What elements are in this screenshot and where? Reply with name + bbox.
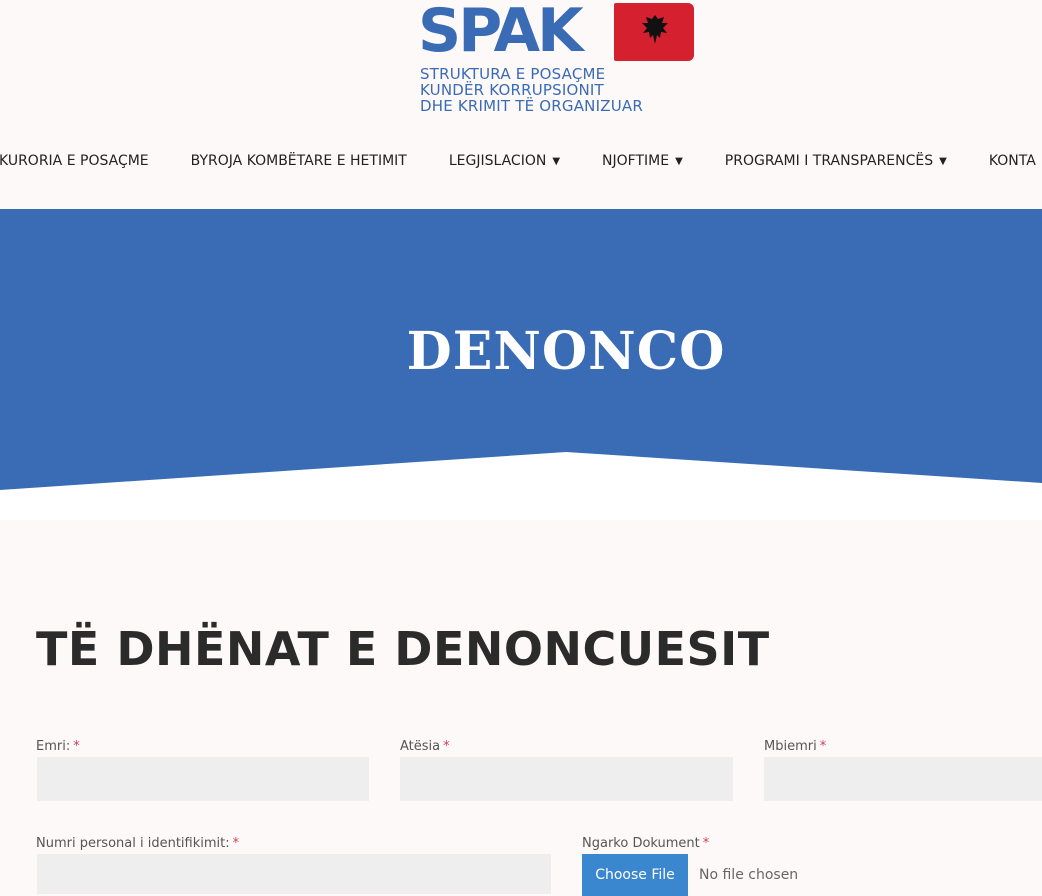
required-marker: * bbox=[702, 836, 710, 851]
nav-item-label: LEGJISLACION bbox=[448, 153, 547, 169]
choose-file-button[interactable]: Choose File bbox=[582, 854, 688, 896]
main-nav: OKURORIA E POSAÇME BYROJA KOMBËTARE E HE… bbox=[0, 148, 1042, 174]
chevron-down-icon: ▼ bbox=[552, 155, 561, 167]
nav-item-label: BYROJA KOMBËTARE E HETIMIT bbox=[190, 153, 407, 169]
nid-label: Numri personal i identifikimit: * bbox=[36, 836, 239, 851]
hero-banner: DENONCO bbox=[0, 209, 1042, 520]
nav-item-njoftime[interactable]: NJOFTIME ▼ bbox=[602, 148, 683, 174]
logo-subtitle-line: DHE KRIMIT TË ORGANIZUAR bbox=[420, 97, 643, 115]
logo-subtitle: STRUKTURA E POSAÇME KUNDËR KORRUPSIONIT … bbox=[420, 66, 643, 114]
required-marker: * bbox=[232, 836, 240, 851]
emri-label: Emri: * bbox=[36, 739, 80, 754]
logo-wordmark: SPAK bbox=[418, 0, 584, 66]
site-logo[interactable]: SPAK STRUKTURA E POSAÇME KUNDËR KORRUPSI… bbox=[418, 0, 698, 118]
nid-input[interactable] bbox=[37, 854, 551, 894]
chevron-down-icon: ▼ bbox=[939, 155, 947, 167]
file-status: No file chosen bbox=[699, 867, 799, 883]
nav-item-transparences[interactable]: PROGRAMI I TRANSPARENCËS ▼ bbox=[725, 148, 947, 174]
atesia-label: Atësia * bbox=[400, 739, 450, 754]
chevron-down-icon: ▼ bbox=[675, 155, 683, 167]
document-label: Ngarko Dokument * bbox=[582, 836, 709, 851]
field-label-text: Atësia bbox=[400, 739, 441, 754]
required-marker: * bbox=[443, 739, 450, 754]
albanian-flag-icon bbox=[614, 3, 694, 61]
field-label-text: Emri: bbox=[36, 739, 71, 754]
page-title: DENONCO bbox=[406, 321, 726, 382]
atesia-input[interactable] bbox=[400, 757, 733, 801]
nav-item-label: NJOFTIME bbox=[602, 153, 670, 169]
mbiemri-input[interactable] bbox=[764, 757, 1042, 801]
logo-subtitle-line: KUNDËR KORRUPSIONIT bbox=[420, 81, 604, 99]
section-title: TË DHËNAT E DENONCUESIT bbox=[36, 622, 770, 676]
logo-subtitle-line: STRUKTURA E POSAÇME bbox=[420, 65, 606, 83]
required-marker: * bbox=[73, 739, 80, 754]
nav-item-legjislacion[interactable]: LEGJISLACION ▼ bbox=[449, 148, 560, 174]
mbiemri-label: Mbiemri * bbox=[764, 739, 826, 754]
field-label-text: Ngarko Dokument bbox=[582, 836, 700, 851]
nav-item-prokuroria[interactable]: OKURORIA E POSAÇME bbox=[0, 148, 149, 174]
required-marker: * bbox=[819, 739, 827, 754]
nav-item-byroja[interactable]: BYROJA KOMBËTARE E HETIMIT bbox=[191, 148, 407, 174]
nav-item-label: OKURORIA E POSAÇME bbox=[0, 153, 149, 169]
nav-item-label: PROGRAMI I TRANSPARENCËS bbox=[724, 153, 934, 169]
nav-item-kontakt[interactable]: KONTA bbox=[989, 148, 1036, 174]
emri-input[interactable] bbox=[37, 757, 369, 801]
field-label-text: Numri personal i identifikimit: bbox=[36, 836, 230, 851]
field-label-text: Mbiemri bbox=[764, 739, 817, 754]
nav-item-label: KONTA bbox=[988, 153, 1036, 169]
